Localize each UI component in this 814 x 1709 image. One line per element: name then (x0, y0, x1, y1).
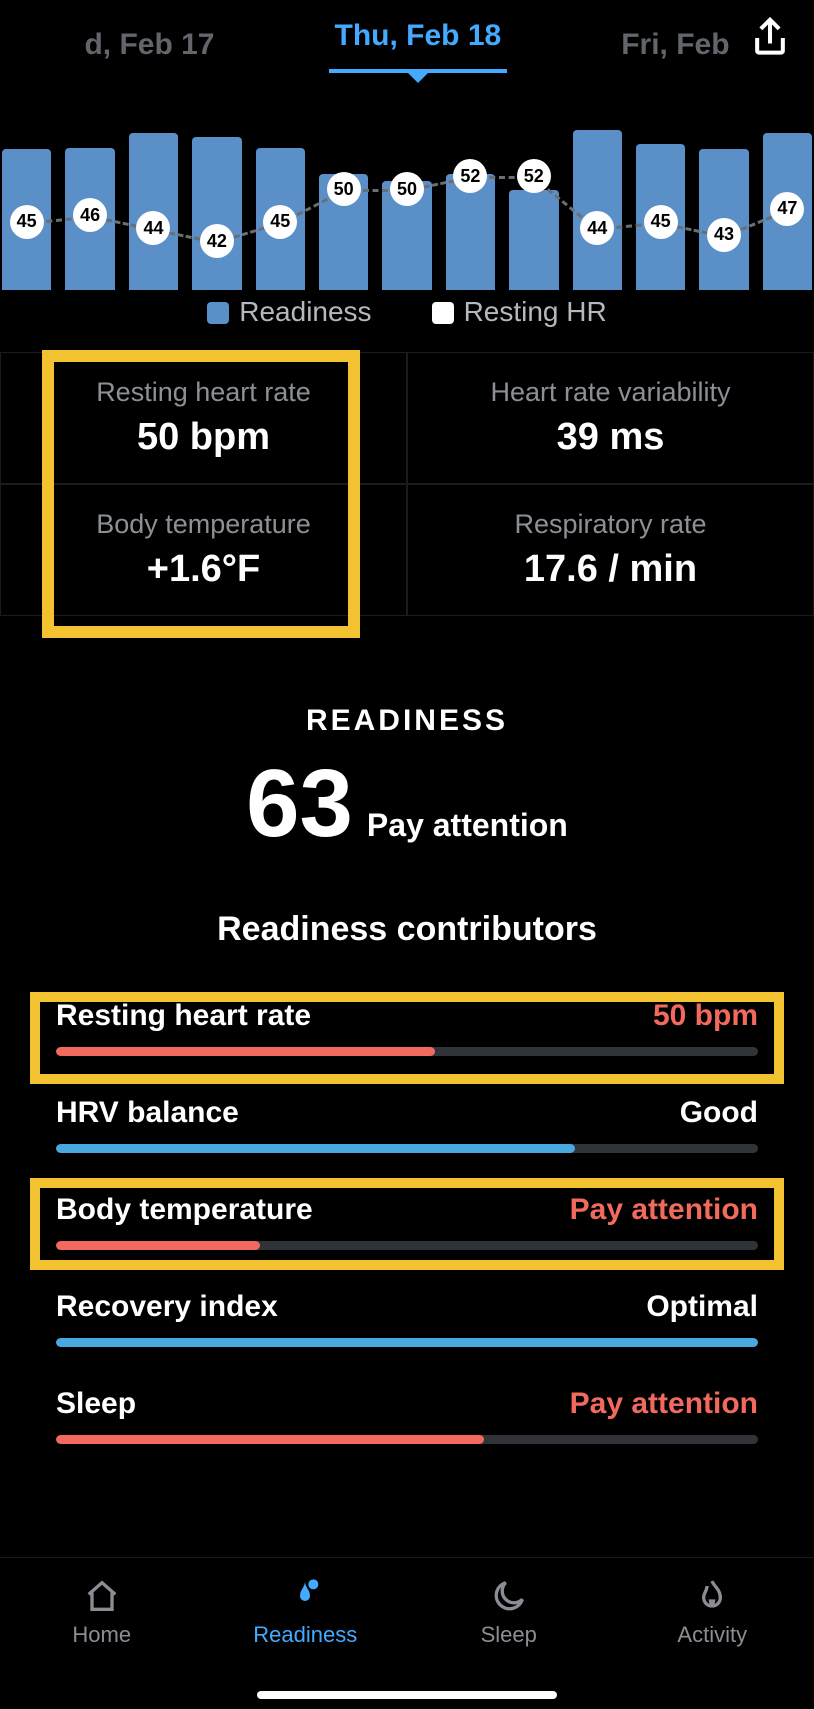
contributor-bar (56, 1338, 758, 1347)
legend-resting-hr: Resting HR (432, 296, 607, 328)
tab-label: Activity (677, 1622, 747, 1648)
resting-hr-dot: 46 (73, 198, 107, 232)
readiness-bar (573, 130, 622, 290)
resting-hr-dot: 42 (200, 224, 234, 258)
resting-hr-dot: 43 (707, 218, 741, 252)
contributor-bar (56, 1144, 758, 1153)
chart-bar[interactable]: 52 (446, 112, 495, 290)
tab-label: Sleep (481, 1622, 537, 1648)
contributor-label: Resting heart rate (56, 999, 311, 1033)
share-button[interactable] (748, 16, 792, 60)
resting-hr-dot: 45 (10, 205, 44, 239)
contributor-label: Recovery index (56, 1290, 278, 1324)
share-icon (748, 16, 792, 60)
chart-bar[interactable]: 44 (573, 112, 622, 290)
chart-bar[interactable]: 50 (382, 112, 431, 290)
resting-hr-dot: 52 (453, 159, 487, 193)
chart-legend: Readiness Resting HR (0, 296, 814, 328)
readiness-icon (285, 1576, 325, 1616)
chart-bar[interactable]: 45 (2, 112, 51, 290)
flame-icon (692, 1576, 732, 1616)
resting-hr-dot: 50 (327, 172, 361, 206)
readiness-contributors: Readiness contributors Resting heart rat… (0, 910, 814, 1484)
score-status: Pay attention (367, 807, 568, 844)
score-value: 63 (246, 756, 353, 852)
resting-hr-dot: 45 (263, 205, 297, 239)
stats-grid: Resting heart rate 50 bpm Heart rate var… (0, 352, 814, 616)
resting-hr-dot: 44 (580, 211, 614, 245)
home-icon (82, 1576, 122, 1616)
chart-bar[interactable]: 43 (699, 112, 748, 290)
chart-bar[interactable]: 45 (636, 112, 685, 290)
contributor-label: HRV balance (56, 1096, 239, 1130)
contributor-value: Pay attention (570, 1193, 758, 1227)
resting-hr-dot: 47 (770, 192, 804, 226)
contributor-value: Optimal (646, 1290, 758, 1324)
stat-heart-rate-variability[interactable]: Heart rate variability 39 ms (407, 352, 814, 484)
readiness-bar (192, 137, 241, 290)
tab-readiness[interactable]: Readiness (204, 1558, 408, 1709)
stat-label: Body temperature (96, 509, 311, 540)
readiness-chart[interactable]: 45 46 44 42 45 50 50 52 52 44 45 43 47 (0, 112, 814, 290)
contributor-row[interactable]: Sleep Pay attention (56, 1387, 758, 1444)
tab-label: Home (72, 1622, 131, 1648)
resting-hr-dot: 44 (136, 211, 170, 245)
stat-body-temperature[interactable]: Body temperature +1.6°F (0, 484, 407, 616)
contributor-value: Pay attention (570, 1387, 758, 1421)
contributor-value: 50 bpm (653, 999, 758, 1033)
stat-value: +1.6°F (147, 548, 260, 591)
resting-hr-dot: 52 (517, 159, 551, 193)
contributors-title: Readiness contributors (56, 910, 758, 949)
legend-readiness: Readiness (207, 296, 371, 328)
contributor-label: Body temperature (56, 1193, 313, 1227)
stat-label: Heart rate variability (490, 377, 730, 408)
contributor-bar (56, 1241, 758, 1250)
contributor-row[interactable]: HRV balance Good (56, 1096, 758, 1153)
contributor-label: Sleep (56, 1387, 136, 1421)
chart-bar[interactable]: 47 (763, 112, 812, 290)
readiness-bar (509, 190, 558, 290)
tab-bar: Home Readiness Sleep Activity (0, 1557, 814, 1709)
stat-label: Resting heart rate (96, 377, 311, 408)
tab-label: Readiness (253, 1622, 357, 1648)
tab-home[interactable]: Home (0, 1558, 204, 1709)
score-title: READINESS (0, 704, 814, 738)
chart-bar[interactable]: 44 (129, 112, 178, 290)
contributor-row[interactable]: Body temperature Pay attention (56, 1193, 758, 1250)
contributor-row[interactable]: Recovery index Optimal (56, 1290, 758, 1347)
resting-hr-dot: 50 (390, 172, 424, 206)
date-strip: d, Feb 17 Thu, Feb 18 Fri, Feb (0, 10, 814, 80)
stat-respiratory-rate[interactable]: Respiratory rate 17.6 / min (407, 484, 814, 616)
home-indicator[interactable] (257, 1691, 557, 1699)
contributor-row[interactable]: Resting heart rate 50 bpm (56, 999, 758, 1056)
stat-label: Respiratory rate (514, 509, 706, 540)
tab-activity[interactable]: Activity (611, 1558, 814, 1709)
chart-bar[interactable]: 46 (65, 112, 114, 290)
resting-hr-dot: 45 (644, 205, 678, 239)
date-prev[interactable]: d, Feb 17 (84, 28, 214, 62)
chart-bar[interactable]: 42 (192, 112, 241, 290)
chart-bar[interactable]: 52 (509, 112, 558, 290)
chart-bar[interactable]: 45 (256, 112, 305, 290)
stat-resting-heart-rate[interactable]: Resting heart rate 50 bpm (0, 352, 407, 484)
stat-value: 39 ms (557, 416, 665, 459)
contributor-value: Good (680, 1096, 758, 1130)
moon-icon (489, 1576, 529, 1616)
readiness-score-block: READINESS 63 Pay attention (0, 704, 814, 852)
contributor-bar (56, 1047, 758, 1056)
date-next[interactable]: Fri, Feb (621, 28, 729, 62)
stat-value: 17.6 / min (524, 548, 697, 591)
contributor-bar (56, 1435, 758, 1444)
stat-value: 50 bpm (137, 416, 270, 459)
tab-sleep[interactable]: Sleep (407, 1558, 611, 1709)
date-current[interactable]: Thu, Feb 18 (335, 19, 502, 71)
